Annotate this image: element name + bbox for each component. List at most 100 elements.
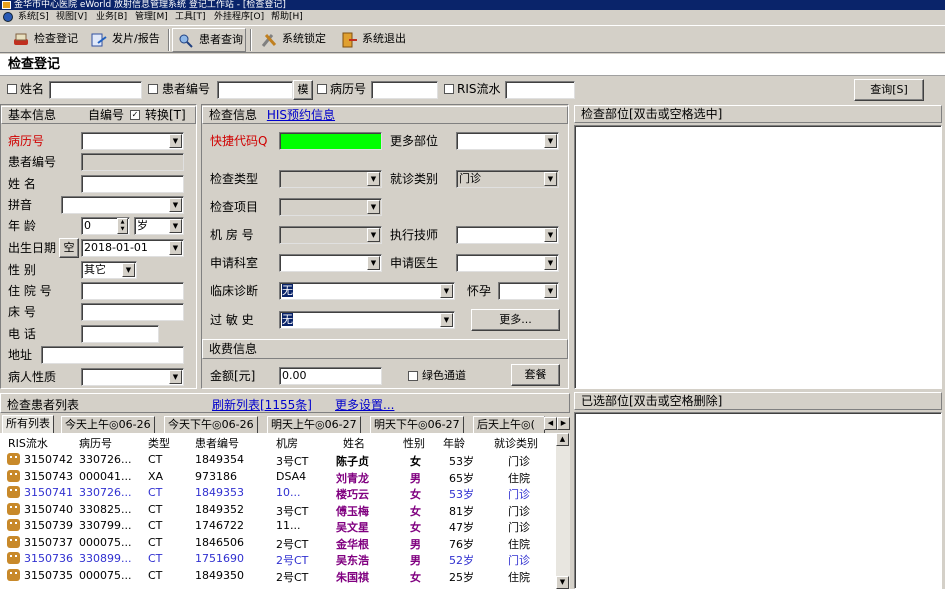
cell-room: DSA4 bbox=[276, 469, 307, 483]
scroll-down-icon[interactable]: ▼ bbox=[556, 576, 569, 589]
age-label: 年 龄 bbox=[8, 219, 36, 233]
sex-select[interactable]: 其它 ▼ bbox=[81, 261, 137, 279]
ris-checkbox[interactable] bbox=[444, 84, 454, 94]
system-lock-button[interactable]: 系统锁定 bbox=[256, 28, 332, 52]
record-no-select[interactable]: ▼ bbox=[81, 132, 184, 150]
nature-select[interactable]: ▼ bbox=[81, 368, 184, 386]
bed-no-input[interactable] bbox=[81, 303, 184, 321]
name-input[interactable] bbox=[81, 175, 184, 193]
cell-name: 楼巧云 bbox=[336, 488, 369, 501]
phone-input[interactable] bbox=[81, 325, 159, 343]
menu-plugins[interactable]: 外挂程序[O] bbox=[214, 10, 264, 25]
name-label: 姓 名 bbox=[8, 177, 36, 191]
query-button[interactable]: 查询[S] bbox=[854, 79, 924, 101]
fuzzy-search-button[interactable]: 模 bbox=[293, 80, 313, 100]
record-no-search-label: 病历号 bbox=[330, 82, 367, 96]
name-checkbox[interactable] bbox=[7, 84, 17, 94]
tab-today-am[interactable]: 今天上午◎06-26 bbox=[61, 416, 155, 433]
table-row[interactable]: 3150740 330825... CT 1849352 3号CT 傅玉梅 女 81岁 门诊 bbox=[0, 502, 556, 519]
col-pid[interactable]: 患者编号 bbox=[195, 435, 239, 451]
pregnant-select[interactable]: ▼ bbox=[498, 282, 559, 300]
table-row[interactable]: 3150741 330726... CT 1849353 10... 楼巧云 女 53岁 门诊 bbox=[0, 485, 556, 502]
amount-input[interactable]: 0.00 bbox=[279, 367, 382, 385]
quick-code-input[interactable] bbox=[279, 132, 382, 150]
record-no-search-input[interactable] bbox=[371, 81, 438, 99]
register-button[interactable]: 检查登记 bbox=[8, 28, 84, 52]
address-label: 地址 bbox=[8, 348, 33, 362]
ris-search-input[interactable] bbox=[505, 81, 575, 99]
exam-type-select[interactable]: ▼ bbox=[279, 170, 382, 188]
table-row[interactable]: 3150735 000075... CT 1849350 2号CT 朱国祺 女 25岁 住院 bbox=[0, 568, 556, 585]
birth-clear-button[interactable]: 空 bbox=[59, 238, 79, 258]
record-no-checkbox[interactable] bbox=[317, 84, 327, 94]
auto-no-label: 自编号 bbox=[88, 108, 125, 122]
tech-select[interactable]: ▼ bbox=[456, 226, 559, 244]
more-button[interactable]: 更多... bbox=[471, 309, 560, 331]
doctor-select[interactable]: ▼ bbox=[456, 254, 559, 272]
film-report-button[interactable]: 发片/报告 bbox=[86, 28, 166, 52]
patient-no-search-input[interactable] bbox=[217, 81, 293, 99]
menu-help[interactable]: 帮助[H] bbox=[271, 10, 303, 25]
col-room[interactable]: 机房 bbox=[276, 435, 298, 451]
allergy-select[interactable]: 无 ▼ bbox=[279, 311, 455, 329]
green-channel-checkbox[interactable] bbox=[408, 371, 418, 381]
package-button[interactable]: 套餐 bbox=[511, 364, 560, 386]
col-visit[interactable]: 就诊类别 bbox=[494, 435, 538, 451]
cell-visit: 住院 bbox=[508, 471, 530, 485]
system-exit-button[interactable]: 系统退出 bbox=[336, 28, 410, 52]
patient-query-button-label: 患者查询 bbox=[199, 33, 243, 46]
selected-parts-list[interactable] bbox=[574, 412, 942, 589]
tab-scroll-left-icon[interactable]: ◀ bbox=[544, 417, 557, 430]
age-unit-select[interactable]: 岁 ▼ bbox=[134, 217, 184, 235]
table-row[interactable]: 3150742 330726... CT 1849354 3号CT 陈子贞 女 53岁 门诊 bbox=[0, 452, 556, 469]
room-select[interactable]: ▼ bbox=[279, 226, 382, 244]
address-input[interactable] bbox=[41, 346, 184, 364]
col-name[interactable]: 姓名 bbox=[343, 435, 365, 451]
hosp-no-input[interactable] bbox=[81, 282, 184, 300]
chevron-down-icon: ▼ bbox=[169, 198, 182, 212]
pinyin-select[interactable]: ▼ bbox=[61, 196, 184, 214]
table-row[interactable]: 3150739 330799... CT 1746722 11... 吴文星 女 47岁 门诊 bbox=[0, 518, 556, 535]
grid-scrollbar[interactable]: ▲ ▼ bbox=[556, 433, 570, 589]
col-type[interactable]: 类型 bbox=[148, 435, 170, 451]
convert-label[interactable]: 转换[T] bbox=[145, 107, 186, 123]
name-search-input[interactable] bbox=[49, 81, 142, 99]
diagnosis-select[interactable]: 无 ▼ bbox=[279, 282, 455, 300]
tab-day-after-am[interactable]: 后天上午◎( bbox=[473, 416, 545, 433]
tab-scroll-right-icon[interactable]: ▶ bbox=[557, 417, 570, 430]
exam-parts-list[interactable] bbox=[574, 125, 942, 389]
menu-manage[interactable]: 管理[M] bbox=[135, 10, 168, 25]
his-link[interactable]: HIS预约信息 bbox=[267, 108, 335, 122]
app-menu-icon[interactable] bbox=[3, 12, 13, 22]
dept-select[interactable]: ▼ bbox=[279, 254, 382, 272]
patient-no-checkbox[interactable] bbox=[148, 84, 158, 94]
patient-query-button[interactable]: 患者查询 bbox=[172, 28, 246, 52]
tab-all[interactable]: 所有列表 bbox=[2, 415, 54, 433]
scroll-up-icon[interactable]: ▲ bbox=[556, 433, 569, 446]
table-row[interactable]: 3150743 000041... XA 973186 DSA4 刘青龙 男 65岁 住院 bbox=[0, 469, 556, 486]
menu-business[interactable]: 业务[B] bbox=[96, 10, 127, 25]
menu-system[interactable]: 系统[S] bbox=[18, 10, 49, 25]
menu-view[interactable]: 视图[V] bbox=[56, 10, 87, 25]
age-input[interactable]: 0 ▲ ▼ bbox=[81, 217, 130, 235]
patient-list-title: 检查患者列表 bbox=[7, 398, 80, 412]
table-row[interactable]: 3150736 330899... CT 1751690 2号CT 吴东浩 男 52岁 门诊 bbox=[0, 551, 556, 568]
col-sex[interactable]: 性别 bbox=[403, 435, 425, 451]
tab-today-pm[interactable]: 今天下午◎06-26 bbox=[164, 416, 258, 433]
menu-tools[interactable]: 工具[T] bbox=[175, 10, 206, 25]
tab-tomorrow-pm[interactable]: 明天下午◎06-27 bbox=[370, 416, 464, 433]
age-spinner[interactable]: ▲ ▼ bbox=[117, 218, 128, 234]
more-settings-link[interactable]: 更多设置... bbox=[335, 396, 394, 413]
refresh-list-link[interactable]: 刷新列表[1155条] bbox=[212, 396, 312, 413]
col-record[interactable]: 病历号 bbox=[79, 435, 112, 451]
more-parts-select[interactable]: ▼ bbox=[456, 132, 559, 150]
col-ris[interactable]: RIS流水 bbox=[8, 435, 48, 451]
col-age[interactable]: 年龄 bbox=[443, 435, 465, 451]
visit-type-select[interactable]: 门诊 ▼ bbox=[456, 170, 559, 188]
cell-age: 52岁 bbox=[449, 554, 474, 567]
birth-date-picker[interactable]: 2018-01-01 ▼ bbox=[81, 239, 184, 257]
convert-checkbox[interactable]: ✓ bbox=[130, 110, 140, 120]
tab-tomorrow-am[interactable]: 明天上午◎06-27 bbox=[267, 416, 361, 433]
exam-item-select[interactable]: ▼ bbox=[279, 198, 382, 216]
table-row[interactable]: 3150737 000075... CT 1846506 2号CT 金华根 男 76岁 住院 bbox=[0, 535, 556, 552]
